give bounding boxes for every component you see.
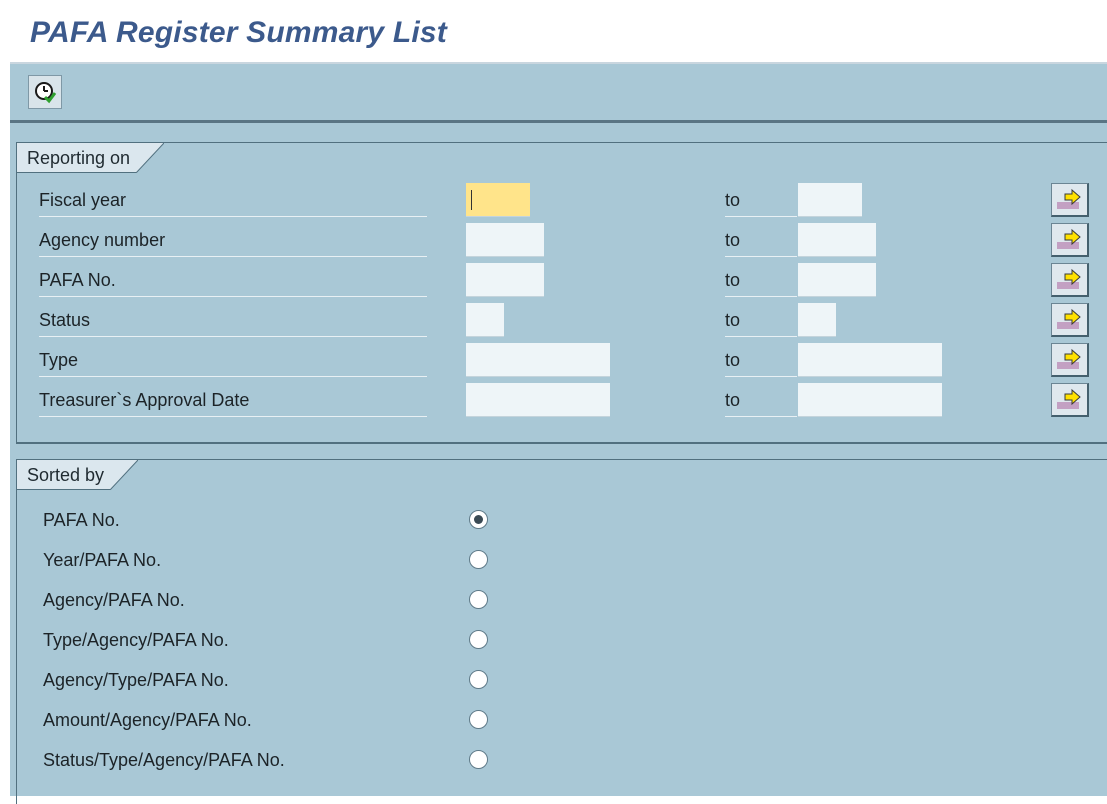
- sort-option-radio[interactable]: [469, 510, 488, 529]
- arrow-right-icon: [1057, 308, 1081, 329]
- treasurer-approval-date-from-input[interactable]: [466, 383, 610, 417]
- tab-slant: [110, 460, 139, 490]
- toolbar: [10, 64, 1107, 120]
- toolbar-divider: [10, 120, 1107, 123]
- sort-option-label: Type/Agency/PAFA No.: [43, 630, 229, 650]
- pafa-no-from-input[interactable]: [466, 263, 544, 297]
- sort-option-label: Agency/PAFA No.: [43, 590, 185, 610]
- fiscal-year-multiple-selection-button[interactable]: [1051, 183, 1089, 217]
- treasurer-approval-date-to-label: to: [725, 383, 797, 417]
- sort-option-label: PAFA No.: [43, 510, 120, 530]
- sort-option-label: Agency/Type/PAFA No.: [43, 670, 229, 690]
- execute-clock-icon: [35, 82, 57, 104]
- tab-slant: [136, 143, 165, 173]
- sorted-by-group: Sorted by PAFA No. Year/PAFA No. Agency/…: [16, 459, 1107, 804]
- agency-number-to-label: to: [725, 223, 797, 257]
- title-bar: PAFA Register Summary List: [0, 0, 1107, 62]
- status-to-label: to: [725, 303, 797, 337]
- sort-option-radio[interactable]: [469, 710, 488, 729]
- pafa-no-to-label: to: [725, 263, 797, 297]
- pafa-no-to-input[interactable]: [798, 263, 876, 297]
- pafa-no-label: PAFA No.: [39, 263, 427, 297]
- agency-number-to-input[interactable]: [798, 223, 876, 257]
- text-caret: [471, 190, 472, 210]
- arrow-right-icon: [1057, 228, 1081, 249]
- sort-option-label: Amount/Agency/PAFA No.: [43, 710, 252, 730]
- sort-option-radio[interactable]: [469, 750, 488, 769]
- arrow-right-icon: [1057, 388, 1081, 409]
- type-from-input[interactable]: [466, 343, 610, 377]
- type-multiple-selection-button[interactable]: [1051, 343, 1089, 377]
- fiscal-year-label: Fiscal year: [39, 183, 427, 217]
- pafa-no-multiple-selection-button[interactable]: [1051, 263, 1089, 297]
- fiscal-year-to-label: to: [725, 183, 797, 217]
- status-to-input[interactable]: [798, 303, 836, 337]
- reporting-group-tab: Reporting on: [17, 143, 165, 173]
- reporting-group: Reporting on Fiscal year to Agency numbe…: [16, 142, 1107, 444]
- treasurer-approval-date-to-input[interactable]: [798, 383, 942, 417]
- type-to-input[interactable]: [798, 343, 942, 377]
- sort-option-radio[interactable]: [469, 590, 488, 609]
- agency-number-label: Agency number: [39, 223, 427, 257]
- sorted-by-group-tab: Sorted by: [17, 460, 139, 490]
- status-label: Status: [39, 303, 427, 337]
- fiscal-year-from-input[interactable]: [466, 183, 530, 217]
- arrow-right-icon: [1057, 348, 1081, 369]
- fiscal-year-to-input[interactable]: [798, 183, 862, 217]
- arrow-right-icon: [1057, 268, 1081, 289]
- execute-button[interactable]: [28, 75, 62, 109]
- main-area: Reporting on Fiscal year to Agency numbe…: [10, 64, 1107, 804]
- sorted-by-group-title: Sorted by: [17, 460, 111, 490]
- status-from-input[interactable]: [466, 303, 504, 337]
- treasurer-approval-date-label: Treasurer`s Approval Date: [39, 383, 427, 417]
- sort-option-radio[interactable]: [469, 630, 488, 649]
- sort-option-label: Status/Type/Agency/PAFA No.: [43, 750, 285, 770]
- type-label: Type: [39, 343, 427, 377]
- status-multiple-selection-button[interactable]: [1051, 303, 1089, 337]
- type-to-label: to: [725, 343, 797, 377]
- page-title: PAFA Register Summary List: [30, 16, 447, 49]
- sort-option-radio[interactable]: [469, 670, 488, 689]
- treasurer-approval-date-multiple-selection-button[interactable]: [1051, 383, 1089, 417]
- reporting-group-title: Reporting on: [17, 143, 137, 173]
- sort-option-radio[interactable]: [469, 550, 488, 569]
- agency-number-multiple-selection-button[interactable]: [1051, 223, 1089, 257]
- agency-number-from-input[interactable]: [466, 223, 544, 257]
- arrow-right-icon: [1057, 188, 1081, 209]
- sort-option-label: Year/PAFA No.: [43, 550, 162, 570]
